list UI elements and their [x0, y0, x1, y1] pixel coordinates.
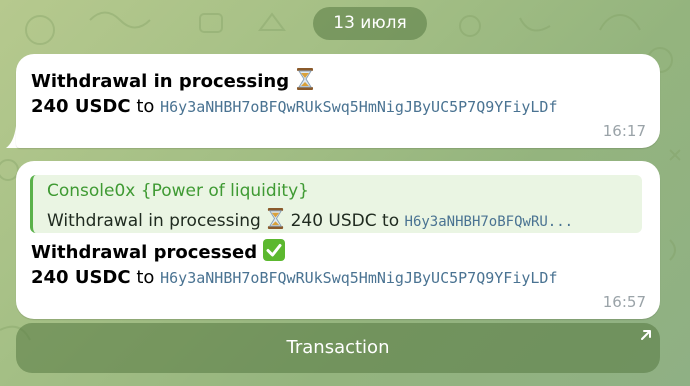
wallet-address[interactable]: H6y3aNHBH7oBFQwRUkSwq5HmNigJByUC5P7Q9YFi… — [160, 269, 557, 287]
message-time: 16:17 — [602, 122, 646, 140]
transaction-button-label: Transaction — [286, 337, 390, 358]
date-separator: 13 июля — [313, 7, 427, 40]
reply-amount: 240 USDC — [290, 211, 377, 231]
message-title: Withdrawal in processing — [31, 68, 315, 92]
transaction-button[interactable]: Transaction — [16, 323, 660, 373]
transfer-amount: 240 USDC — [31, 96, 131, 117]
to-word: to — [136, 96, 155, 117]
message-transfer-line: 240 USDC to H6y3aNHBH7oBFQwRUkSwq5HmNigJ… — [31, 267, 557, 288]
to-word: to — [136, 267, 155, 288]
hourglass-icon — [297, 68, 314, 90]
message-bubble-processing: Withdrawal in processing 240 USDC to H6y… — [16, 54, 660, 148]
reply-to-word: to — [382, 211, 400, 231]
message-time: 16:57 — [602, 293, 646, 311]
message-transfer-line: 240 USDC to H6y3aNHBH7oBFQwRUkSwq5HmNigJ… — [31, 96, 557, 117]
hourglass-icon — [268, 208, 284, 229]
external-arrow-icon — [641, 330, 651, 340]
reply-text: Withdrawal in processing 240 USDC to H6y… — [47, 208, 573, 231]
message-bubble-processed: Console0x {Power of liquidity} Withdrawa… — [16, 161, 660, 319]
reply-address: H6y3aNHBH7oBFQwRU... — [404, 214, 574, 230]
transfer-amount: 240 USDC — [31, 267, 131, 288]
reply-quote[interactable]: Console0x {Power of liquidity} Withdrawa… — [30, 175, 642, 233]
check-mark-icon — [263, 239, 286, 261]
wallet-address[interactable]: H6y3aNHBH7oBFQwRUkSwq5HmNigJByUC5P7Q9YFi… — [160, 98, 557, 116]
reply-author: Console0x {Power of liquidity} — [47, 181, 309, 201]
message-title: Withdrawal processed — [31, 239, 286, 263]
